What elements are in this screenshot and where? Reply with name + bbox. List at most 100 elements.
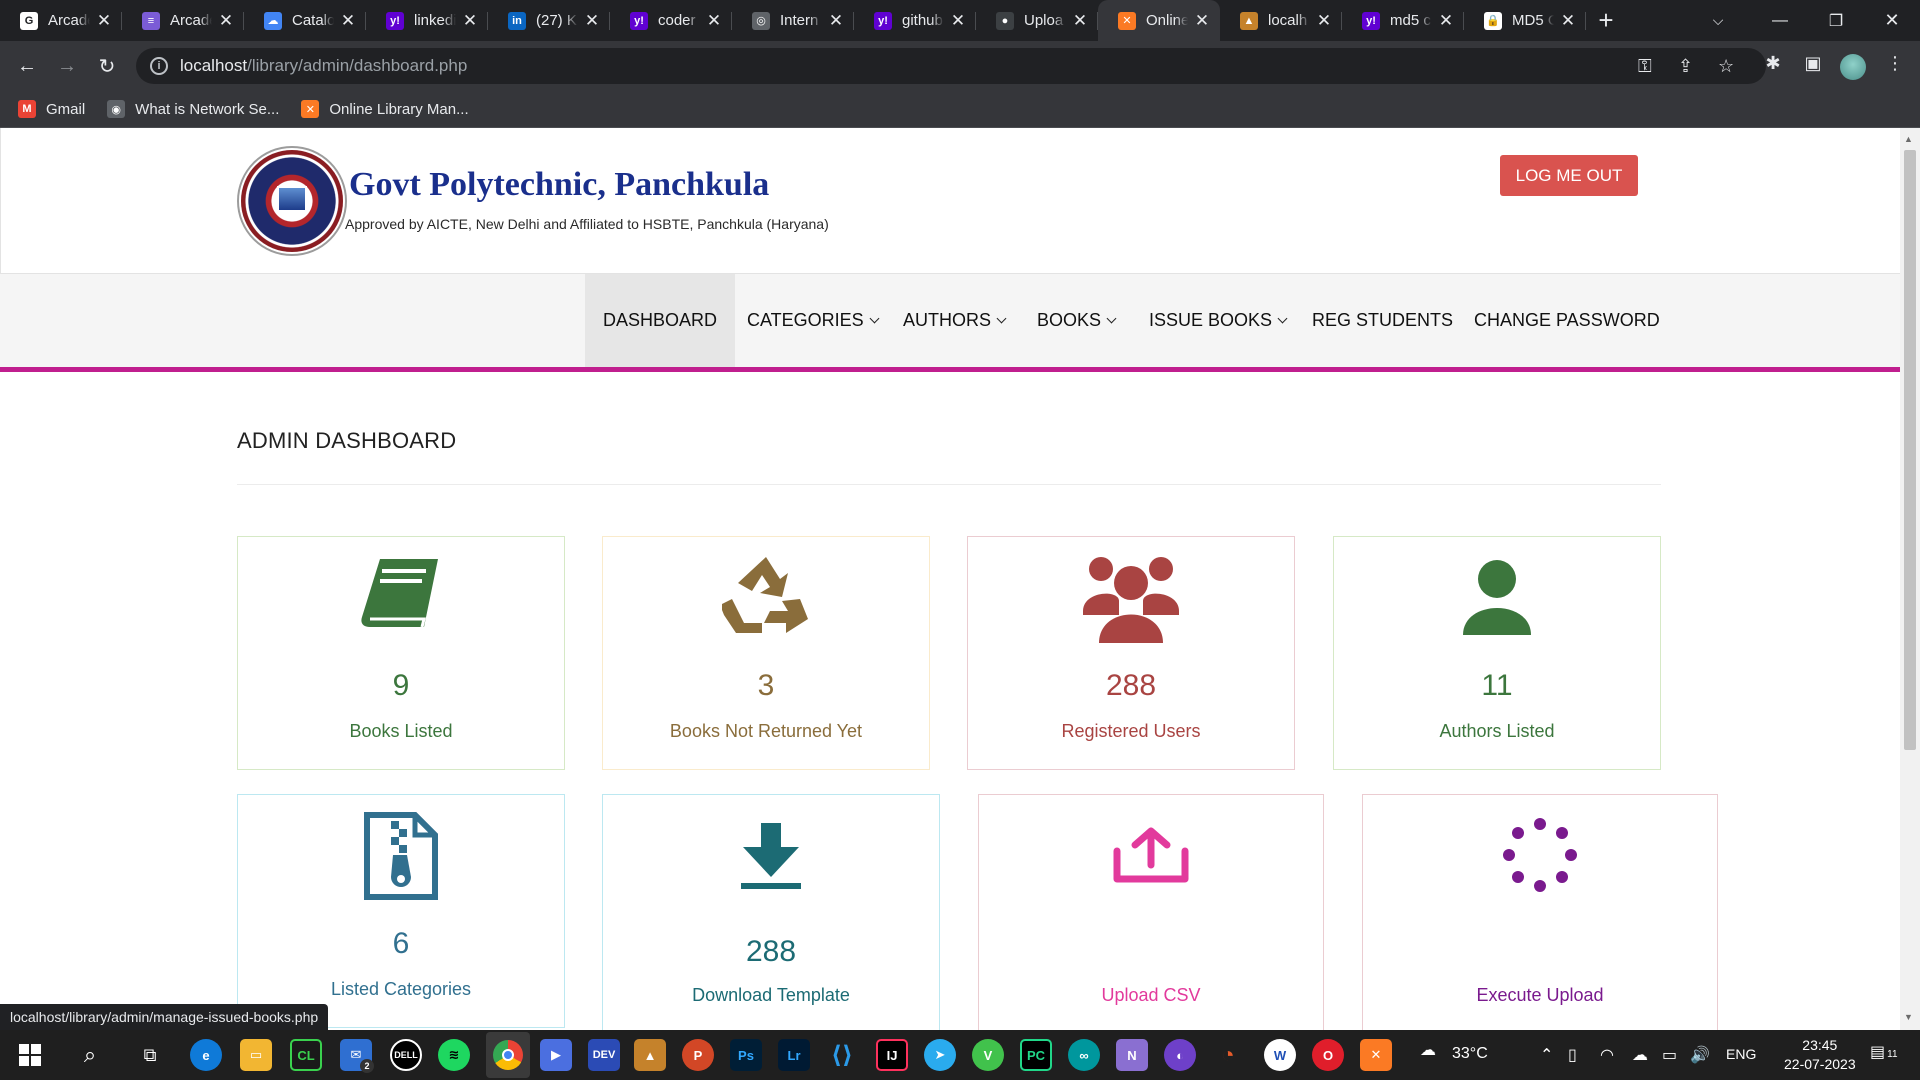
scrollbar-thumb[interactable] xyxy=(1904,150,1916,750)
arduino-icon[interactable]: ∞ xyxy=(1068,1039,1100,1071)
browser-tab[interactable]: y! linkedin ✕ xyxy=(366,0,488,41)
extensions-icon[interactable]: ✱ xyxy=(1760,53,1786,74)
browser-tab[interactable]: y! md5 c ✕ xyxy=(1342,0,1464,41)
tab-close-icon[interactable]: ✕ xyxy=(340,11,356,31)
execute-upload-card[interactable]: Execute Upload xyxy=(1362,794,1718,1030)
chrome-icon[interactable] xyxy=(486,1032,530,1078)
tab-close-icon[interactable]: ✕ xyxy=(950,11,966,31)
mail-icon[interactable]: ✉ 2 xyxy=(340,1039,374,1073)
spotify-icon[interactable]: ≋ xyxy=(438,1039,470,1071)
browser-tab[interactable]: 🔒 MD5 C ✕ xyxy=(1464,0,1586,41)
onenote-icon[interactable]: N xyxy=(1116,1039,1148,1071)
onedrive-icon[interactable]: ☁ xyxy=(1632,1045,1648,1065)
menu-authors[interactable]: AUTHORS xyxy=(885,274,1023,367)
reload-button[interactable]: ↻ xyxy=(93,52,121,80)
edge-icon[interactable]: e xyxy=(190,1039,222,1071)
volume-icon[interactable]: 🔊 xyxy=(1690,1045,1710,1065)
powerpoint-icon[interactable]: P xyxy=(682,1039,714,1071)
photoshop-icon[interactable]: Ps xyxy=(730,1039,762,1071)
books-not-returned-card[interactable]: 3 Books Not Returned Yet xyxy=(602,536,930,770)
clock[interactable]: 23:45 22-07-2023 xyxy=(1784,1036,1856,1074)
page-scrollbar[interactable]: ▲ ▼ xyxy=(1900,128,1920,1030)
word-viewer-icon[interactable]: W xyxy=(1264,1039,1296,1071)
address-bar[interactable]: i localhost/library/admin/dashboard.php … xyxy=(136,48,1766,84)
browser-tab[interactable]: G Arcade ✕ xyxy=(0,0,122,41)
menu-change-password[interactable]: CHANGE PASSWORD xyxy=(1456,274,1678,367)
task-view-icon[interactable]: ⧉ xyxy=(134,1039,166,1071)
key-icon[interactable]: ⚿ xyxy=(1638,56,1652,77)
pycharm-icon[interactable]: PC xyxy=(1020,1039,1052,1071)
side-panel-icon[interactable]: ▣ xyxy=(1800,53,1826,74)
listed-categories-card[interactable]: 6 Listed Categories xyxy=(237,794,565,1028)
browser-tab[interactable]: ◎ Intern ✕ xyxy=(732,0,854,41)
bookmark-item[interactable]: M Gmail xyxy=(18,100,85,118)
browser-tab[interactable]: ● Uploa ✕ xyxy=(976,0,1098,41)
browser-tab[interactable]: y! coder ✕ xyxy=(610,0,732,41)
telegram-icon[interactable]: ➤ xyxy=(924,1039,956,1071)
menu-dashboard[interactable]: DASHBOARD xyxy=(585,274,736,367)
tab-close-icon[interactable]: ✕ xyxy=(1072,11,1088,31)
bookmark-item[interactable]: ✕ Online Library Man... xyxy=(301,100,469,118)
xampp-icon[interactable]: ✕ xyxy=(1360,1039,1392,1071)
forward-button[interactable]: → xyxy=(53,52,81,80)
wifi-icon[interactable]: ◠ xyxy=(1600,1045,1614,1065)
clion-icon[interactable]: CL xyxy=(290,1039,322,1071)
github-desktop-icon[interactable]: ◐ xyxy=(1164,1039,1196,1071)
tab-close-icon[interactable]: ✕ xyxy=(1438,11,1454,31)
tab-close-icon[interactable]: ✕ xyxy=(96,11,112,31)
browser-tab[interactable]: ▲ localh ✕ xyxy=(1220,0,1342,41)
dev-cpp-icon[interactable]: DEV xyxy=(588,1039,620,1071)
scroll-down-icon[interactable]: ▼ xyxy=(1904,1012,1913,1022)
restore-button[interactable]: ❐ xyxy=(1808,0,1864,41)
registered-users-card[interactable]: 288 Registered Users xyxy=(967,536,1295,770)
dell-icon[interactable]: DELL xyxy=(390,1039,422,1071)
bookmark-star-icon[interactable]: ☆ xyxy=(1718,56,1734,77)
weather-icon[interactable]: ☁ xyxy=(1420,1040,1436,1060)
bookmark-item[interactable]: ◉ What is Network Se... xyxy=(107,100,279,118)
notifications-icon[interactable]: ▤ 11 xyxy=(1870,1042,1898,1062)
back-button[interactable]: ← xyxy=(13,52,41,80)
sketch-icon[interactable]: ◔ xyxy=(1212,1039,1244,1071)
browser-tab[interactable]: y! github ✕ xyxy=(854,0,976,41)
browser-tab[interactable]: ☁ Catalog ✕ xyxy=(244,0,366,41)
tab-close-icon[interactable]: ✕ xyxy=(218,11,234,31)
file-explorer-icon[interactable]: ▭ xyxy=(240,1039,272,1071)
tab-close-icon[interactable]: ✕ xyxy=(462,11,478,31)
tab-close-icon[interactable]: ✕ xyxy=(1194,11,1210,31)
tab-close-icon[interactable]: ✕ xyxy=(828,11,844,31)
upload-csv-card[interactable]: Upload CSV xyxy=(978,794,1324,1030)
weather-temp[interactable]: 33°C xyxy=(1452,1045,1488,1063)
menu-reg-students[interactable]: REG STUDENTS xyxy=(1294,274,1471,367)
search-icon[interactable]: ⌕ xyxy=(74,1039,106,1071)
vectorizer-icon[interactable]: V xyxy=(972,1039,1004,1071)
power-automate-icon[interactable]: ▶ xyxy=(540,1039,572,1071)
new-tab-button[interactable]: + xyxy=(1586,5,1626,36)
browser-menu-icon[interactable]: ⋮ xyxy=(1882,53,1908,74)
start-windows-icon[interactable] xyxy=(14,1039,46,1071)
menu-categories[interactable]: CATEGORIES xyxy=(729,274,896,367)
battery-icon[interactable]: ▭ xyxy=(1662,1045,1677,1065)
intellij-icon[interactable]: IJ xyxy=(876,1039,908,1071)
download-template-card[interactable]: 288 Download Template xyxy=(602,794,940,1030)
browser-tab[interactable]: ✕ Online ✕ xyxy=(1098,0,1220,41)
close-window-button[interactable]: ✕ xyxy=(1864,0,1920,41)
books-listed-card[interactable]: 9 Books Listed xyxy=(237,536,565,770)
vscode-icon[interactable]: ⟨⟩ xyxy=(826,1039,858,1071)
tab-close-icon[interactable]: ✕ xyxy=(706,11,722,31)
show-hidden-icons-icon[interactable]: ⌃ xyxy=(1540,1045,1553,1065)
browser-tab[interactable]: ≡ Arcade ✕ xyxy=(122,0,244,41)
scroll-up-icon[interactable]: ▲ xyxy=(1904,134,1913,144)
language-indicator[interactable]: ENG xyxy=(1726,1046,1756,1062)
share-icon[interactable]: ⇪ xyxy=(1678,56,1693,77)
tab-close-icon[interactable]: ✕ xyxy=(1316,11,1332,31)
tab-search-icon[interactable]: ⌵ xyxy=(1690,0,1746,41)
tab-close-icon[interactable]: ✕ xyxy=(1560,11,1576,31)
lightroom-icon[interactable]: Lr xyxy=(778,1039,810,1071)
profile-avatar[interactable] xyxy=(1840,54,1866,80)
device-icon[interactable]: ▯ xyxy=(1568,1045,1577,1065)
site-info-icon[interactable]: i xyxy=(150,57,168,75)
tab-close-icon[interactable]: ✕ xyxy=(584,11,600,31)
menu-issue-books[interactable]: ISSUE BOOKS xyxy=(1131,274,1304,367)
matlab-icon[interactable]: ▲ xyxy=(634,1039,666,1071)
logout-button[interactable]: LOG ME OUT xyxy=(1500,155,1638,196)
